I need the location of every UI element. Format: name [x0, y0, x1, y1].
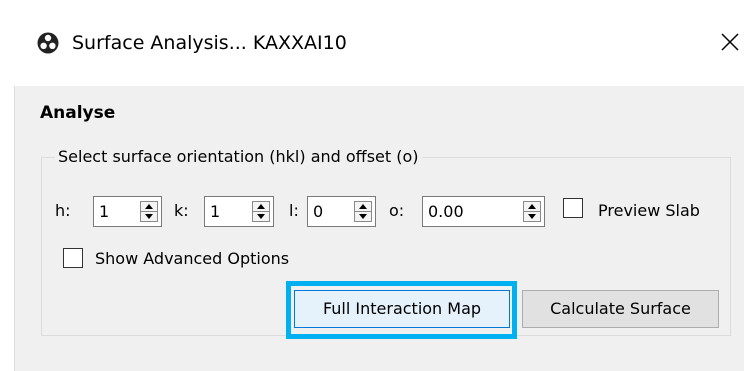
- advanced-options-checkbox[interactable]: [63, 248, 83, 268]
- spin-down-icon[interactable]: [257, 214, 265, 219]
- h-value[interactable]: 1: [99, 201, 109, 223]
- window-title: Surface Analysis... KAXXAI10: [72, 32, 347, 54]
- spin-down-icon[interactable]: [145, 214, 153, 219]
- section-title: Analyse: [40, 103, 116, 123]
- o-value[interactable]: 0.00: [428, 201, 464, 223]
- k-label: k:: [174, 201, 189, 220]
- o-label: o:: [389, 201, 405, 220]
- k-value[interactable]: 1: [210, 201, 220, 223]
- spin-up-icon[interactable]: [359, 204, 367, 209]
- calculate-surface-button[interactable]: Calculate Surface: [522, 290, 719, 328]
- k-spinbox[interactable]: 1: [204, 196, 274, 227]
- advanced-options-label[interactable]: Show Advanced Options: [95, 248, 289, 270]
- h-label: h:: [55, 201, 71, 220]
- preview-slab-label[interactable]: Preview Slab: [598, 200, 700, 222]
- title-bar: Surface Analysis... KAXXAI10: [0, 0, 744, 86]
- spin-up-icon[interactable]: [528, 204, 536, 209]
- group-legend: Select surface orientation (hkl) and off…: [55, 146, 422, 168]
- preview-slab-checkbox[interactable]: [563, 198, 583, 218]
- spin-up-icon[interactable]: [145, 204, 153, 209]
- h-spinbox[interactable]: 1: [93, 196, 162, 227]
- spin-up-icon[interactable]: [257, 204, 265, 209]
- l-label: l:: [289, 201, 299, 220]
- l-spin-arrows[interactable]: [354, 201, 372, 222]
- l-spinbox[interactable]: 0: [307, 196, 376, 227]
- o-spin-arrows[interactable]: [523, 201, 541, 222]
- h-spin-arrows[interactable]: [140, 201, 158, 222]
- l-value[interactable]: 0: [313, 201, 323, 223]
- spin-down-icon[interactable]: [359, 214, 367, 219]
- hazard-icon: [37, 32, 59, 54]
- k-spin-arrows[interactable]: [252, 201, 270, 222]
- o-spinbox[interactable]: 0.00: [422, 196, 545, 227]
- close-icon[interactable]: [718, 30, 744, 56]
- full-interaction-map-button[interactable]: Full Interaction Map: [294, 290, 510, 328]
- spin-down-icon[interactable]: [528, 214, 536, 219]
